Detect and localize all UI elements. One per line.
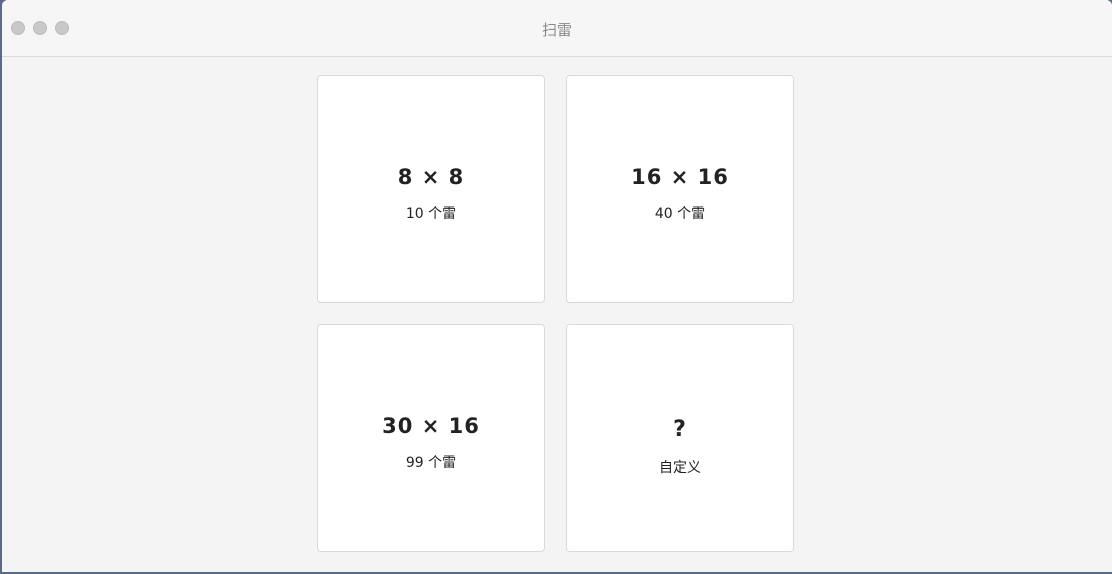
difficulty-card-intermediate[interactable]: 16 × 16 40 个雷 — [566, 75, 794, 303]
difficulty-card-expert[interactable]: 30 × 16 99 个雷 — [317, 324, 545, 552]
title-bar: 扫雷 — [2, 0, 1112, 57]
board-size-label: 16 × 16 — [631, 165, 729, 189]
mine-count-label: 10 个雷 — [405, 206, 457, 222]
mine-count-label: 40 个雷 — [654, 206, 706, 222]
mine-count-label: 99 个雷 — [405, 455, 457, 471]
board-size-label: 30 × 16 — [382, 414, 480, 438]
app-window: 扫雷 8 × 8 10 个雷 16 × 16 40 个雷 30 × 16 99 … — [2, 0, 1112, 572]
difficulty-card-custom[interactable]: ? 自定义 — [566, 324, 794, 552]
question-mark-icon: ? — [673, 417, 687, 442]
custom-label: 自定义 — [659, 460, 701, 476]
board-size-label: 8 × 8 — [397, 165, 465, 189]
difficulty-card-beginner[interactable]: 8 × 8 10 个雷 — [317, 75, 545, 303]
window-title: 扫雷 — [541, 21, 572, 39]
